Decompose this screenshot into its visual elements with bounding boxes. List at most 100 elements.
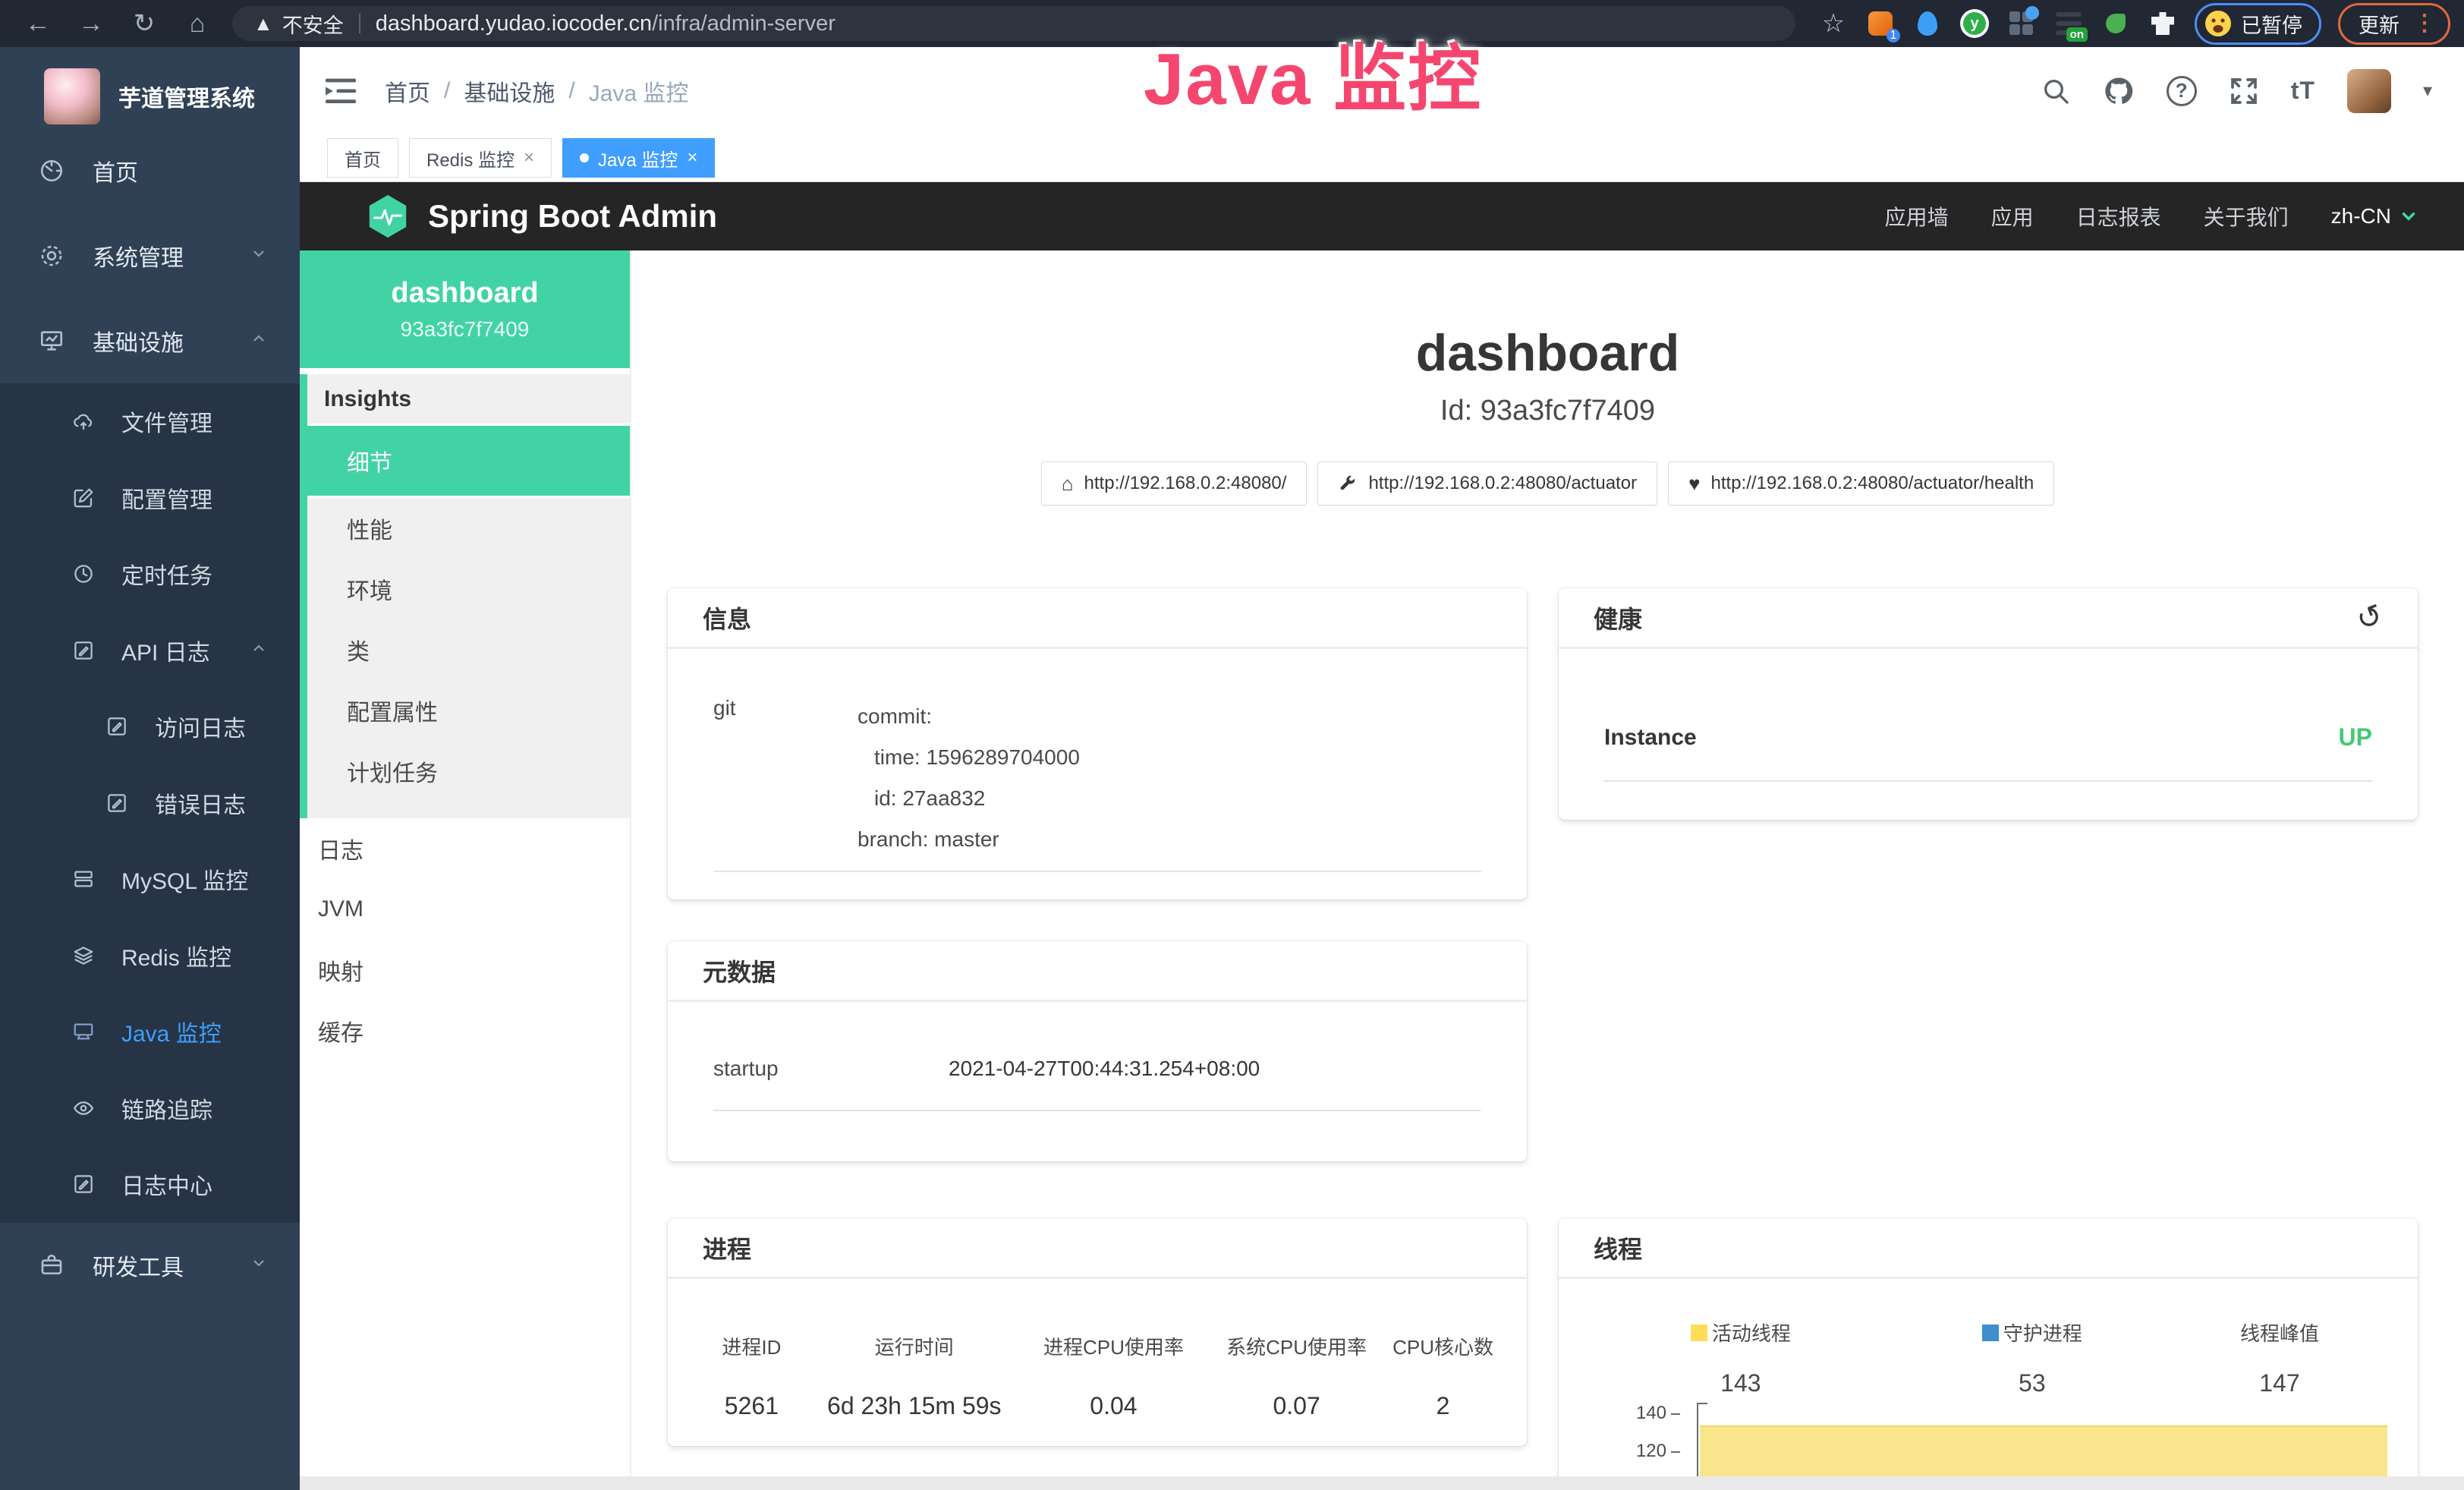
- actuator-url-button[interactable]: http://192.168.0.2:48080/actuator: [1317, 461, 1657, 506]
- history-icon[interactable]: ↺: [2352, 597, 2388, 638]
- sba-nav-about[interactable]: 关于我们: [2204, 201, 2289, 232]
- search-icon[interactable]: [2041, 76, 2071, 106]
- github-icon[interactable]: [2103, 75, 2135, 107]
- profile-paused-chip[interactable]: 已暂停: [2195, 3, 2321, 45]
- sidebar-item-infra[interactable]: 基础设施: [0, 298, 300, 383]
- help-icon[interactable]: ?: [2167, 76, 2197, 106]
- reload-icon[interactable]: ↻: [129, 8, 159, 39]
- bookmark-star-icon[interactable]: ☆: [1818, 8, 1849, 39]
- back-icon[interactable]: ←: [23, 9, 53, 39]
- collapse-sidebar-icon[interactable]: [324, 76, 357, 106]
- sidebar-item-error-log[interactable]: 错误日志: [0, 765, 300, 842]
- sidebar-item-mysql-monitor[interactable]: MySQL 监控: [0, 841, 300, 918]
- pid-value: 5261: [691, 1392, 813, 1420]
- sba-content: dashboard Id: 93a3fc7f7409 ⌂ http://192.…: [631, 250, 2464, 1490]
- sba-nav-wallboard[interactable]: 应用墙: [1885, 201, 1949, 232]
- service-url-button[interactable]: ⌂ http://192.168.0.2:48080/: [1041, 461, 1308, 506]
- threads-legend: 活动线程 143 守护进程 53 线程峰值 147: [1559, 1318, 2418, 1397]
- sidebar-item-file-manage[interactable]: 文件管理: [0, 383, 300, 460]
- screen: ← → ↻ ⌂ ▲ 不安全 dashboard.yudao.iocoder.cn…: [0, 0, 2464, 1490]
- avatar-caret-icon[interactable]: ▾: [2423, 80, 2432, 102]
- sidebar-item-system[interactable]: 系统管理: [0, 213, 300, 298]
- sidebar-item-config-manage[interactable]: 配置管理: [0, 460, 300, 537]
- sba-item-label: 环境: [347, 572, 392, 606]
- sidebar-item-redis-monitor[interactable]: Redis 监控: [0, 918, 300, 994]
- active-dot: [580, 153, 589, 162]
- locale-select[interactable]: zh-CN: [2331, 204, 2418, 228]
- tab-java-monitor[interactable]: Java 监控 ×: [562, 138, 715, 178]
- home-icon[interactable]: ⌂: [182, 9, 212, 39]
- sba-app-block[interactable]: dashboard 93a3fc7f7409: [300, 250, 630, 368]
- threads-card-title: 线程: [1559, 1218, 2418, 1279]
- health-url-button[interactable]: ♥ http://192.168.0.2:48080/actuator/heal…: [1668, 461, 2054, 506]
- health-url: http://192.168.0.2:48080/actuator/health: [1711, 473, 2034, 494]
- system-cpu-value: 0.07: [1211, 1392, 1382, 1420]
- url-text[interactable]: dashboard.yudao.iocoder.cn/infra/admin-s…: [376, 11, 835, 36]
- security-label[interactable]: 不安全: [282, 9, 344, 39]
- tab-home[interactable]: 首页: [327, 138, 398, 178]
- on-badge: on: [2066, 27, 2088, 42]
- close-icon[interactable]: ×: [524, 147, 534, 169]
- chrome-menu-icon[interactable]: ⋮: [2413, 16, 2436, 31]
- col-header: 进程CPU使用率: [1016, 1332, 1211, 1360]
- tab-redis-monitor[interactable]: Redis 监控 ×: [409, 138, 552, 178]
- extension-icon-adblock[interactable]: on: [2053, 8, 2084, 39]
- address-bar[interactable]: ▲ 不安全 dashboard.yudao.iocoder.cn/infra/a…: [232, 6, 1795, 41]
- sba-item-config-props[interactable]: 配置属性: [307, 680, 630, 741]
- sba-item-classes[interactable]: 类: [307, 619, 630, 680]
- close-icon[interactable]: ×: [687, 147, 697, 169]
- extension-icon-orange[interactable]: 1: [1865, 8, 1896, 39]
- breadcrumb-home[interactable]: 首页: [385, 74, 430, 108]
- font-size-icon[interactable]: tT: [2291, 77, 2315, 105]
- fullscreen-icon[interactable]: [2229, 76, 2259, 106]
- sba-item-mappings[interactable]: 映射: [300, 940, 630, 1000]
- row-divider: [1604, 780, 2372, 782]
- extension-icon-y[interactable]: y: [1959, 8, 1990, 39]
- extension-icon-sprout[interactable]: [2101, 8, 2131, 39]
- sba-item-logs[interactable]: 日志: [300, 818, 630, 879]
- metadata-card-body: startup 2021-04-27T00:44:31.254+08:00: [668, 1057, 1527, 1111]
- sidebar-item-scheduled-jobs[interactable]: 定时任务: [0, 536, 300, 613]
- sba-item-caches[interactable]: 缓存: [300, 1000, 630, 1061]
- chevron-up-icon: [250, 328, 268, 354]
- sidebar-item-log-center[interactable]: 日志中心: [0, 1146, 300, 1223]
- cloud-upload-icon: [67, 410, 100, 433]
- legend-label: 活动线程: [1712, 1318, 1791, 1347]
- process-table-headers: 进程ID 运行时间 进程CPU使用率 系统CPU使用率 CPU核心数: [691, 1332, 1504, 1360]
- legend-label: 守护进程: [2003, 1318, 2082, 1347]
- sidebar-item-label: 系统管理: [93, 239, 184, 272]
- instance-links: ⌂ http://192.168.0.2:48080/ http://192.1…: [631, 461, 2464, 506]
- sidebar-item-api-log[interactable]: API 日志: [0, 613, 300, 689]
- legend-value: 53: [1893, 1369, 2172, 1397]
- sba-item-label: 性能: [347, 512, 392, 545]
- extensions-puzzle-icon[interactable]: [2148, 8, 2178, 39]
- sba-nav-applications[interactable]: 应用: [1991, 201, 2034, 232]
- legend-peak: 线程峰值 147: [2172, 1318, 2387, 1397]
- service-url: http://192.168.0.2:48080/: [1084, 473, 1287, 494]
- sidebar-item-access-log[interactable]: 访问日志: [0, 688, 300, 765]
- sba-item-metrics[interactable]: 性能: [307, 498, 630, 559]
- scrollbar-track[interactable]: [300, 1476, 2464, 1490]
- forward-icon[interactable]: →: [76, 9, 106, 39]
- live-threads-area: [1700, 1425, 2387, 1478]
- sba-nav-journal[interactable]: 日志报表: [2076, 201, 2161, 232]
- instance-label[interactable]: Instance: [1604, 725, 1697, 751]
- info-card-title: 信息: [668, 588, 1527, 649]
- sidebar-item-dev-tools[interactable]: 研发工具: [0, 1223, 300, 1308]
- log-edit-icon: [67, 1173, 100, 1195]
- sba-item-details[interactable]: 细节: [307, 426, 630, 498]
- sba-item-jvm[interactable]: JVM: [300, 879, 630, 940]
- update-button[interactable]: 更新 ⋮: [2338, 3, 2450, 45]
- sidebar-item-home[interactable]: 首页: [0, 128, 300, 213]
- sidebar-item-label: MySQL 监控: [121, 862, 248, 896]
- sba-item-scheduled-tasks[interactable]: 计划任务: [307, 741, 630, 802]
- sidebar-item-java-monitor[interactable]: Java 监控: [0, 994, 300, 1070]
- extension-icon-drop[interactable]: [1912, 8, 1943, 39]
- breadcrumb-infra[interactable]: 基础设施: [464, 74, 555, 108]
- chevron-down-icon: [250, 243, 268, 269]
- sba-item-environment[interactable]: 环境: [307, 559, 630, 619]
- extension-icon-grid[interactable]: [2006, 8, 2037, 39]
- user-avatar[interactable]: [2347, 69, 2391, 113]
- legend-live: 活动线程 143: [1589, 1318, 1893, 1397]
- sidebar-item-tracing[interactable]: 链路追踪: [0, 1070, 300, 1147]
